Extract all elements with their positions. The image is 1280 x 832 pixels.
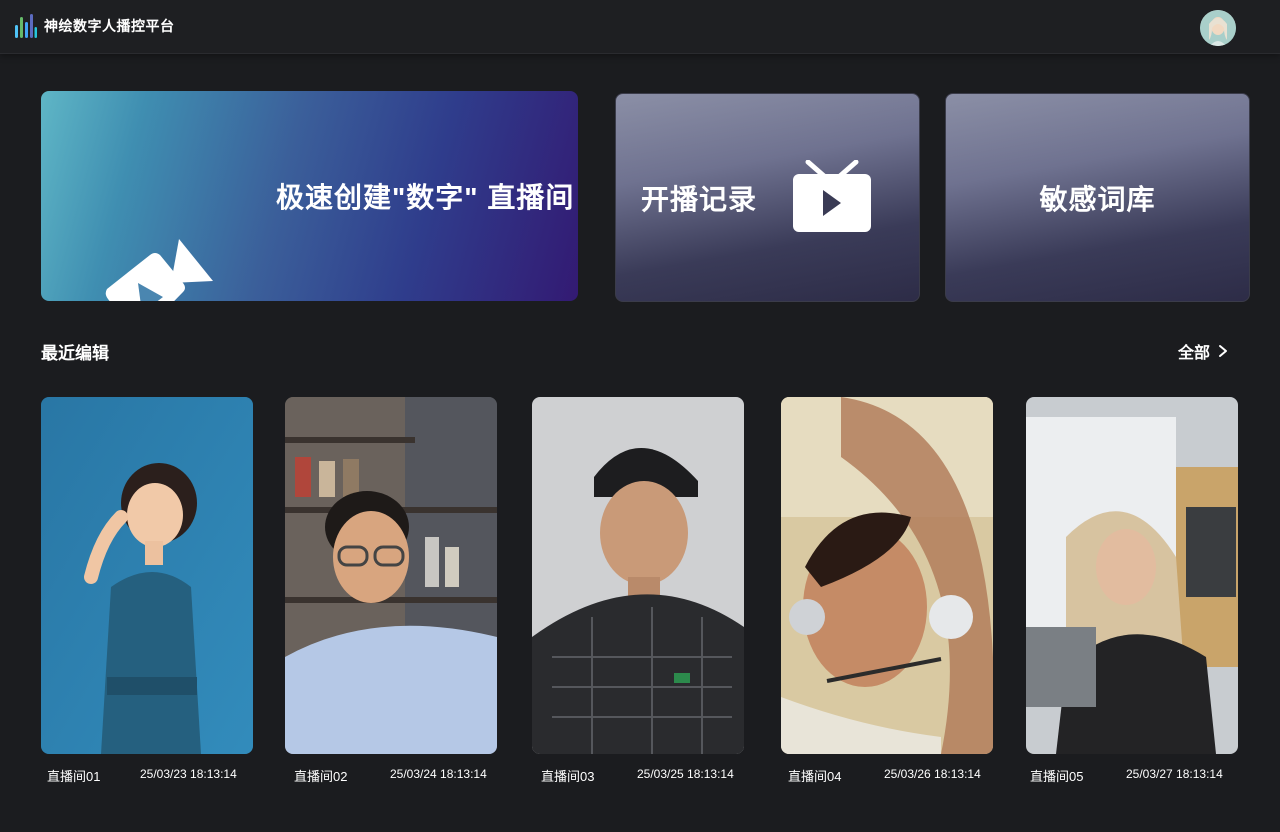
create-live-room-card[interactable]: 极速创建"数字" 直播间 [41,91,578,301]
live-room-name: 直播间03 [541,769,595,784]
live-room-time: 25/03/23 18:13:14 [140,767,237,781]
live-room-time: 25/03/24 18:13:14 [390,767,487,781]
presenter-photo [41,397,253,754]
broadcast-records-card[interactable]: 开播记录 [615,93,920,302]
recent-item-meta: 直播间02 25/03/24 18:13:14 [294,766,494,784]
live-room-thumbnail[interactable] [1026,397,1238,754]
video-camera-icon [105,239,213,301]
live-room-thumbnail[interactable] [532,397,744,754]
chevron-right-icon [1219,345,1228,357]
view-all-link[interactable]: 全部 [1178,339,1230,363]
recent-item-meta: 直播间03 25/03/25 18:13:14 [541,766,741,784]
live-room-name: 直播间04 [788,769,842,784]
tv-play-icon [793,160,871,232]
recent-item-meta: 直播间05 25/03/27 18:13:14 [1030,766,1230,784]
presenter-photo [285,397,497,754]
presenter-photo [781,397,993,754]
live-room-time: 25/03/27 18:13:14 [1126,767,1223,781]
live-room-thumbnail[interactable] [41,397,253,754]
recent-section-title: 最近编辑 [41,344,109,363]
bar-logo-icon [15,14,37,38]
sensitive-words-label: 敏感词库 [1039,183,1156,215]
avatar-image [1200,10,1236,46]
sensitive-words-card[interactable]: 敏感词库 [945,93,1250,302]
app-title: 神绘数字人播控平台 [44,18,175,34]
recent-item-meta: 直播间01 25/03/23 18:13:14 [47,766,247,784]
live-room-thumbnail[interactable] [285,397,497,754]
live-room-name: 直播间05 [1030,769,1084,784]
recent-item-meta: 直播间04 25/03/26 18:13:14 [788,766,988,784]
live-room-name: 直播间02 [294,769,348,784]
brand[interactable]: 神绘数字人播控平台 [14,13,175,39]
live-room-thumbnail[interactable] [781,397,993,754]
broadcast-records-label: 开播记录 [641,183,758,215]
create-live-room-label: 极速创建"数字" 直播间 [276,182,575,213]
top-bar: 神绘数字人播控平台 [0,0,1280,54]
view-all-label: 全部 [1178,345,1211,362]
live-room-time: 25/03/26 18:13:14 [884,767,981,781]
presenter-photo [532,397,744,754]
live-room-name: 直播间01 [47,769,101,784]
user-avatar[interactable] [1200,10,1236,46]
live-room-time: 25/03/25 18:13:14 [637,767,734,781]
presenter-photo [1026,397,1238,754]
